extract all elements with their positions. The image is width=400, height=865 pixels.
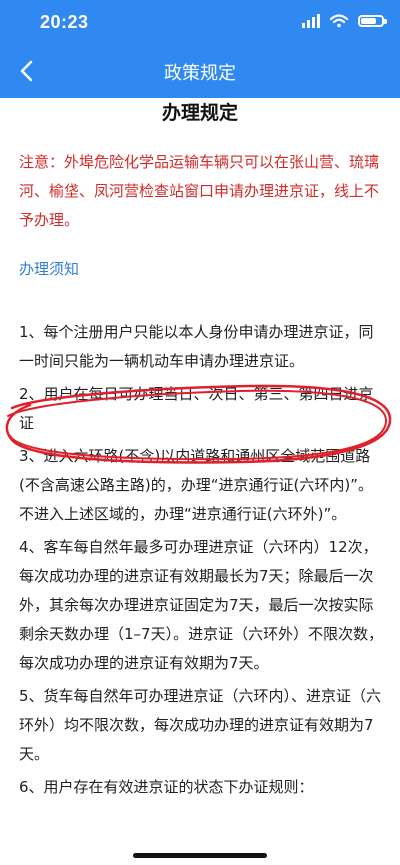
nav-bar: 政策规定 xyxy=(0,44,400,98)
policy-content[interactable]: 办理规定 注意：外埠危险化学品运输车辆只可以在张山营、琉璃河、榆垡、凤河营检查站… xyxy=(0,98,400,865)
rule-item: 3、进入六环路(不含)以内道路和通州区全域范围道路(不含高速公路主路)的，办理“… xyxy=(19,447,373,523)
page-title: 办理规定 xyxy=(161,102,238,124)
rule-item: 4、客车每自然年最多可办理进京证（六环内）12次，每次成功办理的进京证有效期最长… xyxy=(19,538,384,672)
status-bar: 20:23 xyxy=(0,0,400,44)
wifi-icon xyxy=(330,14,348,28)
nav-title: 政策规定 xyxy=(164,63,236,84)
battery-icon xyxy=(358,15,387,27)
notice-text: 注意：外埠危险化学品运输车辆只可以在张山营、琉璃河、榆垡、凤河营检查站窗口申请办… xyxy=(19,153,380,229)
battery-level xyxy=(361,18,376,24)
rule-item: 5、货车每自然年可办理进京证（六环内）、进京证（六环外）均不限次数，每次成功办理… xyxy=(19,687,382,763)
rule-item: 2、用户在每日可办理当日、次日、第三、第四日进京证 xyxy=(19,385,374,432)
signal-icon xyxy=(302,14,320,28)
rules-list: 1、每个注册用户只能以本人身份申请办理进京证，同一时间只能为一辆机动车申请办理进… xyxy=(19,318,385,802)
section-heading: 办理须知 xyxy=(19,260,80,278)
home-indicator xyxy=(133,853,267,858)
rule-item: 6、用户存在有效进京证的状态下办证规则： xyxy=(19,778,314,796)
rule-item: 1、每个注册用户只能以本人身份申请办理进京证，同一时间只能为一辆机动车申请办理进… xyxy=(19,323,374,370)
status-time: 20:23 xyxy=(40,12,89,32)
status-icons xyxy=(302,14,387,28)
